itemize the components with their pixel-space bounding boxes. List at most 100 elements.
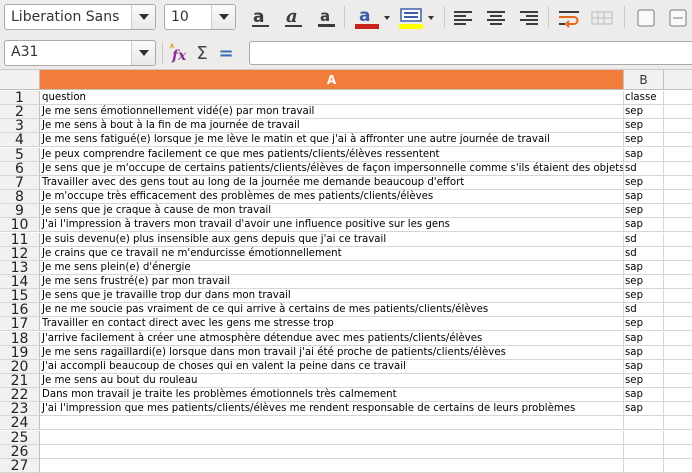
cell-a[interactable]: question bbox=[40, 91, 624, 105]
cell-c[interactable] bbox=[664, 374, 692, 388]
cell-b[interactable]: sap bbox=[624, 402, 664, 417]
cell-c[interactable] bbox=[664, 91, 692, 105]
cell-b[interactable]: sap bbox=[624, 218, 664, 233]
row-header[interactable]: 13 bbox=[0, 260, 40, 275]
highlight-color-button[interactable] bbox=[397, 6, 425, 30]
select-all-corner[interactable] bbox=[0, 70, 40, 90]
cell-c[interactable] bbox=[664, 332, 692, 346]
cell-c[interactable] bbox=[664, 162, 692, 176]
cell-a[interactable]: Je me sens frustré(e) par mon travail bbox=[40, 274, 624, 289]
cell-a[interactable]: Je me sens émotionnellement vidé(e) par … bbox=[40, 105, 624, 120]
cell-a[interactable] bbox=[40, 430, 624, 445]
cell-a[interactable]: Je peux comprendre facilement ce que mes… bbox=[40, 147, 624, 162]
cell-c[interactable] bbox=[664, 431, 692, 445]
row-header[interactable]: 21 bbox=[0, 374, 40, 388]
cell-a[interactable] bbox=[40, 416, 624, 431]
row-header[interactable]: 24 bbox=[0, 416, 40, 431]
cell-c[interactable] bbox=[664, 360, 692, 374]
row-header[interactable]: 2 bbox=[0, 105, 40, 120]
cell-a[interactable]: Je sens que je craque à cause de mon tra… bbox=[40, 204, 624, 219]
cell-b[interactable]: sep bbox=[624, 317, 664, 332]
cell-b[interactable]: sap bbox=[624, 359, 664, 374]
row-header[interactable]: 7 bbox=[0, 175, 40, 190]
row-header[interactable]: 10 bbox=[0, 218, 40, 233]
row-header[interactable]: 17 bbox=[0, 317, 40, 332]
equals-button[interactable]: = bbox=[214, 41, 238, 65]
cell-a[interactable]: J'ai l'impression que mes patients/clien… bbox=[40, 402, 624, 417]
cell-b[interactable] bbox=[624, 416, 664, 431]
cell-b[interactable]: sd bbox=[624, 246, 664, 261]
font-size-combo[interactable]: 10 bbox=[164, 4, 236, 30]
row-header[interactable]: 6 bbox=[0, 161, 40, 176]
cell-c[interactable] bbox=[664, 261, 692, 275]
cell-a[interactable]: Je me sens au bout du rouleau bbox=[40, 374, 624, 388]
cell-b[interactable] bbox=[624, 430, 664, 445]
row-header[interactable]: 16 bbox=[0, 303, 40, 318]
cell-c[interactable] bbox=[664, 289, 692, 304]
cell-a[interactable]: J'ai accompli beaucoup de choses qui en … bbox=[40, 359, 624, 374]
cell-a[interactable] bbox=[40, 458, 624, 473]
cell-a[interactable]: J'arrive facilement à créer une atmosphè… bbox=[40, 331, 624, 346]
cell-b[interactable]: sep bbox=[624, 204, 664, 219]
cell-b[interactable]: classe bbox=[624, 91, 664, 105]
cell-c[interactable] bbox=[664, 275, 692, 289]
name-box-value[interactable]: A31 bbox=[11, 44, 38, 60]
row-header[interactable]: 1 bbox=[0, 91, 40, 105]
row-header[interactable]: 14 bbox=[0, 274, 40, 289]
cell-b[interactable]: sep bbox=[624, 289, 664, 304]
formula-input[interactable] bbox=[249, 41, 692, 65]
cell-a[interactable]: Je me sens à bout à la fin de ma journée… bbox=[40, 119, 624, 134]
cell-a[interactable]: Je suis devenu(e) plus insensible aux ge… bbox=[40, 232, 624, 247]
cell-b[interactable]: sep bbox=[624, 374, 664, 388]
cell-c[interactable] bbox=[664, 459, 692, 473]
wrap-text-button[interactable] bbox=[557, 6, 581, 30]
row-header[interactable]: 9 bbox=[0, 204, 40, 219]
font-size-value[interactable]: 10 bbox=[171, 9, 189, 25]
column-header-a[interactable]: A bbox=[40, 70, 624, 90]
cell-c[interactable] bbox=[664, 233, 692, 247]
cell-b[interactable]: sep bbox=[624, 274, 664, 289]
cell-a[interactable]: Dans mon travail je traite les problèmes… bbox=[40, 388, 624, 403]
cell-b[interactable]: sep bbox=[624, 119, 664, 134]
row-header[interactable]: 19 bbox=[0, 345, 40, 360]
cell-c[interactable] bbox=[664, 402, 692, 417]
cell-a[interactable]: Je me sens fatigué(e) lorsque je me lève… bbox=[40, 133, 624, 148]
cell-a[interactable]: J'ai l'impression à travers mon travail … bbox=[40, 218, 624, 233]
cell-a[interactable]: Je sens que je travaille trop dur dans m… bbox=[40, 289, 624, 304]
cell-b[interactable] bbox=[624, 444, 664, 459]
column-header-c[interactable] bbox=[664, 70, 692, 90]
cell-c[interactable] bbox=[664, 445, 692, 459]
cell-c[interactable] bbox=[664, 218, 692, 233]
cell-b[interactable]: sep bbox=[624, 175, 664, 190]
font-color-button[interactable]: a bbox=[353, 6, 381, 30]
row-header[interactable]: 18 bbox=[0, 331, 40, 346]
cell-c[interactable] bbox=[664, 119, 692, 134]
row-header[interactable]: 22 bbox=[0, 388, 40, 403]
cell-c[interactable] bbox=[664, 176, 692, 190]
row-header[interactable]: 23 bbox=[0, 402, 40, 417]
cell-b[interactable]: sap bbox=[624, 388, 664, 403]
cell-b[interactable]: sap bbox=[624, 345, 664, 360]
row-header[interactable]: 8 bbox=[0, 190, 40, 205]
border-button[interactable] bbox=[634, 6, 658, 30]
sum-button[interactable]: Σ bbox=[190, 41, 214, 65]
cell-a[interactable]: Je m'occupe très efficacement des problè… bbox=[40, 190, 624, 205]
cell-c[interactable] bbox=[664, 105, 692, 120]
cell-a[interactable]: Je me sens plein(e) d'énergie bbox=[40, 260, 624, 275]
cell-a[interactable]: Travailler avec des gens tout au long de… bbox=[40, 175, 624, 190]
name-box[interactable]: A31 bbox=[4, 40, 156, 66]
merge-cells-button[interactable] bbox=[590, 6, 614, 30]
cell-b[interactable] bbox=[624, 458, 664, 473]
cell-b[interactable]: sd bbox=[624, 161, 664, 176]
cell-a[interactable]: Je ne me soucie pas vraiment de ce qui a… bbox=[40, 303, 624, 318]
font-name-dropdown-button[interactable] bbox=[131, 5, 155, 29]
cell-a[interactable]: Je sens que je m'occupe de certains pati… bbox=[40, 161, 624, 176]
row-header[interactable]: 27 bbox=[0, 458, 40, 473]
row-header[interactable]: 4 bbox=[0, 133, 40, 148]
font-name-combo[interactable]: Liberation Sans bbox=[4, 4, 156, 30]
cell-c[interactable] bbox=[664, 133, 692, 148]
cell-c[interactable] bbox=[664, 416, 692, 431]
cell-b[interactable]: sd bbox=[624, 232, 664, 247]
cell-c[interactable] bbox=[664, 303, 692, 318]
underline-button[interactable]: a bbox=[315, 6, 339, 30]
